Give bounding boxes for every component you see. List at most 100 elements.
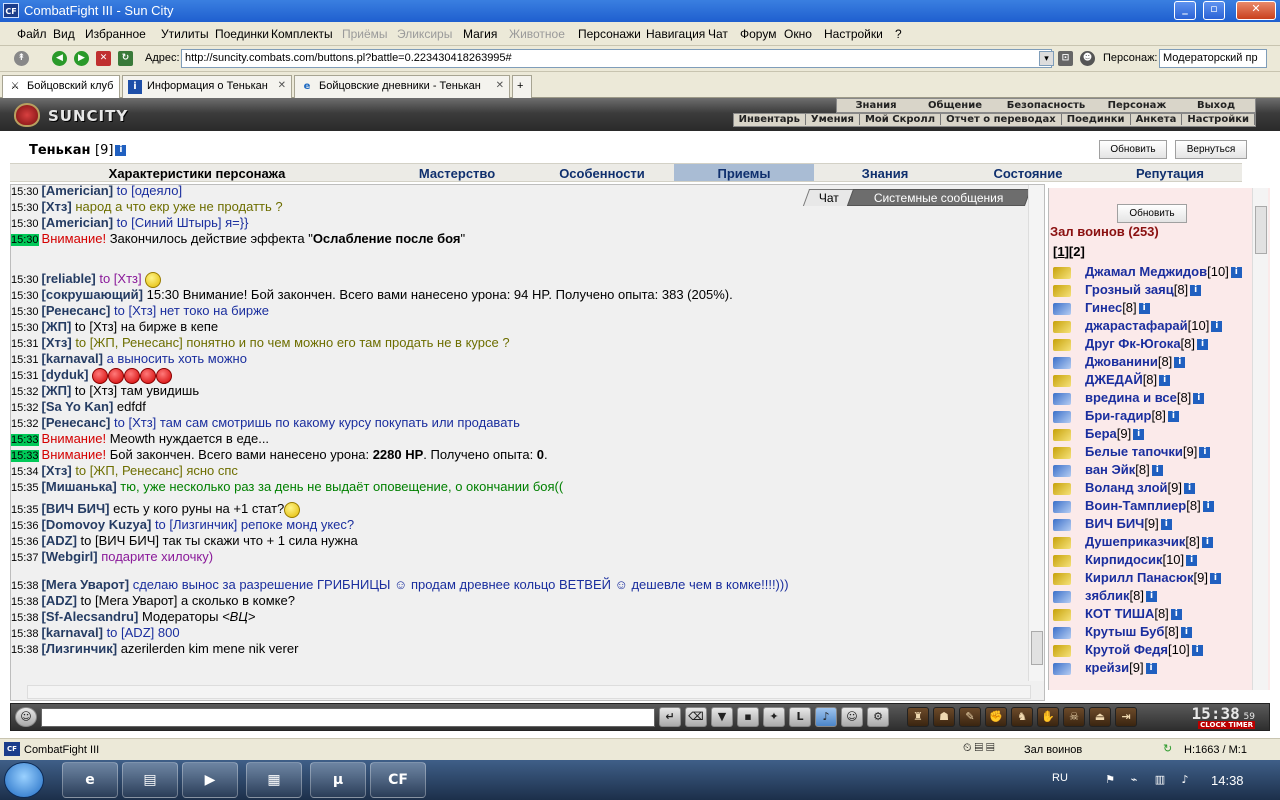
filter-icon[interactable]: ▼ (711, 707, 733, 727)
menu-item[interactable]: Вид (53, 27, 75, 41)
user-list-item[interactable]: ДЖЕДАЙ[8] i (1053, 372, 1171, 389)
menu-item[interactable]: Эликсиры (397, 27, 452, 41)
menu-item[interactable]: ? (895, 27, 902, 41)
quill-icon[interactable]: ✎ (959, 707, 981, 727)
message-time[interactable]: 15:33 (11, 450, 39, 462)
message-time[interactable]: 15:31 (11, 354, 39, 366)
nav-bottom-item[interactable]: Поединки (1062, 114, 1131, 125)
user-name[interactable]: вредина и все (1085, 390, 1177, 405)
user-list-item[interactable]: зяблик[8] i (1053, 588, 1157, 605)
nav-top-item[interactable]: Знания (837, 99, 915, 112)
info-icon[interactable]: i (1170, 609, 1182, 621)
message-author[interactable]: [ADZ] (42, 593, 77, 608)
message-author[interactable]: [Лизгинчик] (42, 641, 118, 656)
message-author[interactable]: [Sf-Alecsandru] (42, 609, 139, 624)
pin-icon[interactable]: ↟ (14, 51, 29, 66)
user-name[interactable]: Кирпидосик (1085, 552, 1162, 567)
menu-item[interactable]: Приёмы (342, 27, 388, 41)
bag-icon[interactable]: ♜ (907, 707, 929, 727)
new-tab-button[interactable]: + (512, 75, 532, 98)
user-name[interactable]: Кирилл Панасюк (1085, 570, 1193, 585)
user-name[interactable]: Гинес (1085, 300, 1122, 315)
info-icon[interactable]: i (1230, 267, 1242, 279)
nav-top-item[interactable]: Общение (915, 99, 995, 112)
message-author[interactable]: [karnaval] (42, 625, 103, 640)
save-icon[interactable]: ▪ (737, 707, 759, 727)
back-icon[interactable]: ◀ (52, 51, 67, 66)
tab-system-messages[interactable]: Системные сообщения (846, 189, 1032, 206)
menu-item[interactable]: Избранное (85, 27, 146, 41)
people-icon[interactable]: ☻ (1080, 51, 1095, 66)
tab-close-icon[interactable]: ✕ (496, 80, 504, 91)
network-icon[interactable]: ▥ (1153, 773, 1167, 787)
user-name[interactable]: ДЖЕДАЙ (1085, 372, 1143, 387)
nav-top-item[interactable]: Выход (1177, 99, 1255, 112)
user-name[interactable]: Крутой Федя (1085, 642, 1168, 657)
info-icon[interactable]: i (1193, 393, 1205, 405)
user-list-item[interactable]: крейзи[9] i (1053, 660, 1157, 677)
music-icon[interactable]: ♪ (815, 707, 837, 727)
user-name[interactable]: зяблик (1085, 588, 1130, 603)
user-list-item[interactable]: Гинес[8] i (1053, 300, 1150, 317)
maximize-button[interactable]: ▫ (1203, 1, 1225, 20)
user-list-item[interactable]: Бера[9] i (1053, 426, 1145, 443)
message-time[interactable]: 15:34 (11, 466, 39, 478)
return-button[interactable]: Вернуться (1175, 140, 1247, 159)
nav-top-item[interactable]: Безопасность (995, 99, 1097, 112)
user-name[interactable]: джарастафарай (1085, 318, 1188, 333)
message-time[interactable]: 15:30 (11, 306, 39, 318)
info-icon[interactable]: i (1201, 537, 1213, 549)
tab-diaries[interactable]: e Бойцовские дневники - Тенькан ✕ (294, 75, 510, 98)
character-tab[interactable]: Знания (814, 166, 956, 181)
user-name[interactable]: Бера (1085, 426, 1117, 441)
menu-item[interactable]: Животное (509, 27, 565, 41)
user-name[interactable]: Крутыш Буб (1085, 624, 1164, 639)
message-time[interactable]: 15:38 (11, 580, 39, 592)
scroll-thumb[interactable] (1031, 631, 1043, 665)
message-author[interactable]: [dyduk] (42, 367, 89, 382)
info-icon[interactable]: i (1159, 375, 1171, 387)
user-list-item[interactable]: Кирилл Панасюк[9] i (1053, 570, 1221, 587)
info-icon[interactable]: i (1174, 357, 1186, 369)
user-list-item[interactable]: Джамал Меджидов[10] i (1053, 264, 1242, 281)
user-name[interactable]: КОТ ТИША (1085, 606, 1154, 621)
exit-icon[interactable]: ⇥ (1115, 707, 1137, 727)
message-author[interactable]: [reliable] (42, 271, 96, 286)
info-icon[interactable]: i (1145, 663, 1157, 675)
info-icon[interactable]: i (115, 145, 127, 156)
message-author[interactable]: [Sa Yo Kan] (42, 399, 114, 414)
smiley-icon[interactable]: ☺ (841, 707, 863, 727)
user-name[interactable]: Душеприказчик (1085, 534, 1185, 549)
message-author[interactable]: [Хтз] (42, 335, 72, 350)
user-name[interactable]: Джамал Меджидов (1085, 264, 1207, 279)
info-icon[interactable]: i (1197, 339, 1209, 351)
menu-item[interactable]: Навигация (646, 27, 705, 41)
message-author[interactable]: [Domovoy Kuzya] (42, 517, 152, 532)
message-time[interactable]: 15:30 (11, 274, 39, 286)
message-time[interactable]: 15:32 (11, 418, 39, 430)
message-author[interactable]: [сокрушающий] (42, 287, 143, 302)
info-icon[interactable]: i (1145, 591, 1157, 603)
user-list-item[interactable]: Кирпидосик[10] i (1053, 552, 1198, 569)
message-time[interactable]: 15:37 (11, 552, 39, 564)
info-icon[interactable]: i (1209, 573, 1221, 585)
message-time[interactable]: 15:31 (11, 370, 39, 382)
menu-item[interactable]: Настройки (824, 27, 883, 41)
hands-icon[interactable]: ✋ (1037, 707, 1059, 727)
nav-bottom-item[interactable]: Анкета (1131, 114, 1183, 125)
message-time[interactable]: 15:32 (11, 386, 39, 398)
message-time[interactable]: 15:30 (11, 234, 39, 246)
user-name[interactable]: Воин-Тамплиер (1085, 498, 1186, 513)
info-icon[interactable]: i (1202, 501, 1214, 513)
message-time[interactable]: 15:38 (11, 644, 39, 656)
message-author[interactable]: [karnaval] (42, 351, 103, 366)
menu-item[interactable]: Магия (463, 27, 497, 41)
user-list-item[interactable]: Грозный заяц[8] i (1053, 282, 1202, 299)
refresh-icon[interactable]: ↻ (1163, 742, 1172, 755)
refresh-button[interactable]: Обновить (1099, 140, 1167, 159)
eraser-icon[interactable]: ⌫ (685, 707, 707, 727)
info-icon[interactable]: i (1160, 519, 1172, 531)
forward-icon[interactable]: ▶ (74, 51, 89, 66)
message-author[interactable]: [Ренесанс] (42, 415, 111, 430)
translit-icon[interactable]: L (789, 707, 811, 727)
